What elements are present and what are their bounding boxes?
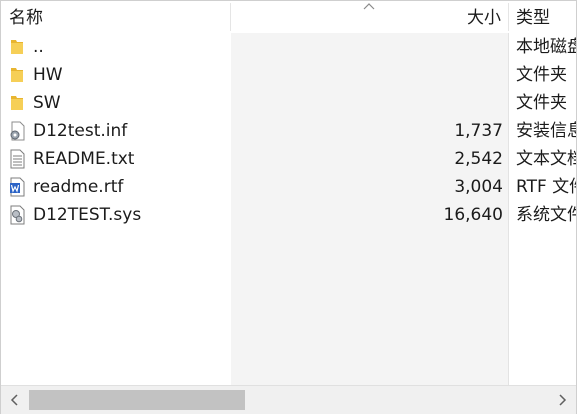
file-name: readme.rtf: [33, 177, 124, 197]
file-row[interactable]: README.txt 2,542 文本文档: [1, 145, 576, 173]
file-size: [233, 33, 503, 61]
file-name: D12TEST.sys: [33, 205, 142, 225]
file-size: 3,004: [454, 177, 503, 197]
scrollbar-thumb[interactable]: [29, 390, 245, 410]
header-separator[interactable]: [508, 3, 509, 31]
file-type: 文件夹: [516, 93, 567, 113]
folder-icon: [11, 40, 23, 54]
column-header-type[interactable]: 类型: [516, 1, 550, 33]
column-header-size[interactable]: 大小: [467, 1, 501, 33]
setup-info-icon: [10, 121, 25, 141]
system-file-icon: [10, 205, 25, 225]
file-name: HW: [33, 65, 63, 85]
file-row[interactable]: .. 本地磁盘: [1, 33, 576, 61]
header-separator[interactable]: [230, 3, 231, 31]
word-document-icon: [10, 177, 25, 197]
file-size: 16,640: [443, 205, 503, 225]
column-header-bar: 名称 大小 类型: [1, 1, 576, 33]
file-size: 2,542: [454, 149, 503, 169]
file-type: 文本文档: [516, 149, 576, 169]
file-row[interactable]: SW 文件夹: [1, 89, 576, 117]
file-type: 系统文件: [516, 205, 576, 225]
file-type: 安装信息: [516, 121, 576, 141]
file-name: D12test.inf: [33, 121, 128, 141]
horizontal-scrollbar[interactable]: [1, 385, 576, 414]
column-header-name[interactable]: 名称: [9, 1, 43, 33]
text-document-icon: [10, 149, 25, 169]
file-name: README.txt: [33, 149, 135, 169]
file-size: [233, 89, 503, 117]
scroll-right-icon[interactable]: [550, 386, 574, 414]
file-list-pane: 名称 大小 类型 .. 本地磁盘 HW 文件夹 SW 文件夹 D12test.i…: [0, 0, 577, 414]
file-name: SW: [33, 93, 61, 113]
file-size: [233, 61, 503, 89]
file-type: RTF 文件: [516, 177, 576, 197]
file-name: ..: [33, 37, 44, 57]
file-row[interactable]: readme.rtf 3,004 RTF 文件: [1, 173, 576, 201]
file-type: 文件夹: [516, 65, 567, 85]
file-row[interactable]: D12test.inf 1,737 安装信息: [1, 117, 576, 145]
file-size: 1,737: [454, 121, 503, 141]
folder-icon: [11, 68, 23, 82]
sort-ascending-icon: [363, 3, 375, 10]
file-type: 本地磁盘: [516, 37, 576, 57]
file-row[interactable]: D12TEST.sys 16,640 系统文件: [1, 201, 576, 229]
scroll-left-icon[interactable]: [3, 386, 27, 414]
file-row[interactable]: HW 文件夹: [1, 61, 576, 89]
folder-icon: [11, 96, 23, 110]
